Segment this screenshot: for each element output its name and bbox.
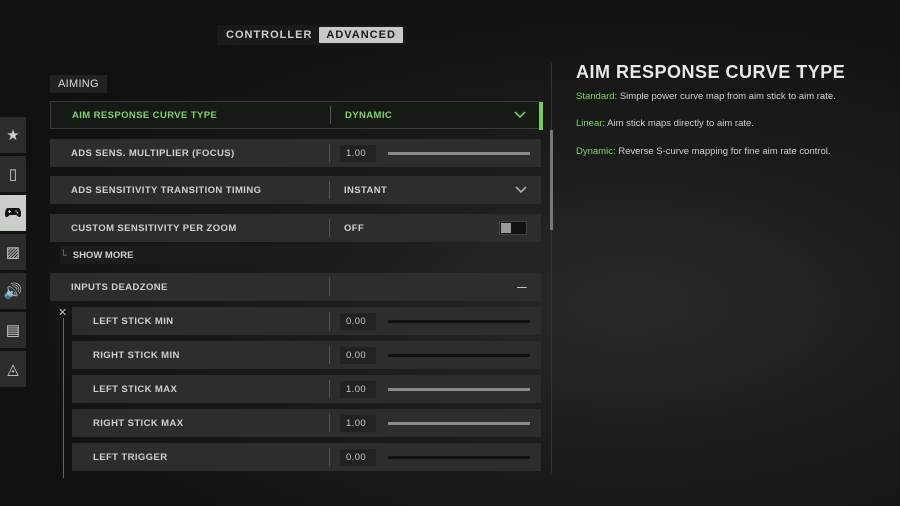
divider: [330, 106, 331, 124]
show-more-label: SHOW MORE: [72, 249, 134, 261]
value-box[interactable]: 1.00: [340, 380, 376, 398]
chevron-down-icon[interactable]: [514, 110, 526, 121]
divider: [329, 181, 330, 199]
group-line: [63, 318, 64, 478]
toggle-value: OFF: [344, 222, 365, 234]
row-label: ADS SENS. MULTIPLIER (FOCUS): [71, 147, 235, 159]
slider[interactable]: [388, 319, 530, 323]
nav-graphics[interactable]: ▨: [0, 234, 26, 270]
nav-controller[interactable]: [0, 195, 26, 231]
tab-bar: CONTROLLER ADVANCED: [217, 25, 405, 45]
toggle-switch[interactable]: [499, 221, 527, 235]
ads-transition-timing-row[interactable]: ADS SENSITIVITY TRANSITION TIMING INSTAN…: [50, 176, 541, 204]
tab-advanced[interactable]: ADVANCED: [319, 27, 403, 43]
row-label: INPUTS DEADZONE: [71, 281, 168, 293]
network-icon: ◬: [7, 361, 19, 378]
row-label: CUSTOM SENSITIVITY PER ZOOM: [71, 222, 237, 234]
branch-icon: └: [60, 249, 67, 261]
nav-network[interactable]: ◬: [0, 351, 26, 387]
collapse-icon[interactable]: —: [517, 282, 527, 293]
nav-interface[interactable]: ▤: [0, 312, 26, 348]
row-label: RIGHT STICK MIN: [93, 349, 180, 361]
slider[interactable]: [388, 387, 530, 391]
deadzone-row[interactable]: RIGHT STICK MIN 0.00: [72, 341, 541, 369]
row-label: LEFT STICK MAX: [93, 383, 178, 395]
nav-audio[interactable]: 🔊: [0, 273, 26, 309]
value-box[interactable]: 0.00: [340, 312, 376, 330]
divider: [329, 219, 330, 237]
audio-icon: 🔊: [3, 283, 23, 300]
slider[interactable]: [388, 421, 530, 425]
deadzone-row[interactable]: LEFT STICK MAX 1.00: [72, 375, 541, 403]
info-standard: Standard: Simple power curve map from ai…: [576, 91, 836, 102]
aim-response-curve-row[interactable]: AIM RESPONSE CURVE TYPE DYNAMIC: [50, 101, 543, 130]
row-label: RIGHT STICK MAX: [93, 417, 184, 429]
section-header: AIMING: [50, 75, 107, 93]
value-box[interactable]: 1.00: [340, 414, 376, 432]
divider: [329, 278, 330, 296]
divider: [329, 380, 330, 398]
slider[interactable]: [388, 455, 530, 459]
selection-accent: [539, 102, 543, 130]
ads-sens-multiplier-row[interactable]: ADS SENS. MULTIPLIER (FOCUS) 1.00: [50, 139, 541, 167]
show-more-button[interactable]: └ SHOW MORE: [60, 246, 329, 264]
info-dynamic: Dynamic: Reverse S-curve mapping for fin…: [576, 146, 831, 157]
scrollbar-track[interactable]: [551, 63, 552, 473]
row-label: AIM RESPONSE CURVE TYPE: [72, 109, 218, 121]
divider: [329, 414, 330, 432]
value-box[interactable]: 1.00: [340, 144, 376, 162]
info-title: AIM RESPONSE CURVE TYPE: [576, 62, 846, 82]
deadzone-row[interactable]: LEFT STICK MIN 0.00: [72, 307, 541, 335]
graphics-icon: ▨: [5, 244, 21, 261]
value-box[interactable]: 0.00: [340, 448, 376, 466]
inputs-deadzone-row[interactable]: INPUTS DEADZONE —: [50, 273, 541, 301]
row-label: ADS SENSITIVITY TRANSITION TIMING: [71, 184, 262, 196]
side-nav: ★ ▯ ▨ 🔊 ▤ ◬: [0, 117, 26, 390]
scrollbar-thumb[interactable]: [550, 130, 553, 230]
slider[interactable]: [388, 353, 530, 357]
deadzone-row[interactable]: LEFT TRIGGER 0.00: [72, 443, 541, 471]
chevron-down-icon[interactable]: [515, 185, 527, 196]
divider: [329, 144, 330, 162]
slider[interactable]: [388, 151, 530, 155]
nav-favorites[interactable]: ★: [0, 117, 26, 153]
tab-controller[interactable]: CONTROLLER: [219, 27, 319, 43]
dropdown-value: INSTANT: [344, 184, 388, 196]
divider: [329, 448, 330, 466]
info-linear: Linear: Aim stick maps directly to aim r…: [576, 118, 754, 129]
interface-icon: ▤: [5, 322, 21, 339]
row-label: LEFT TRIGGER: [93, 451, 168, 463]
custom-sensitivity-zoom-row[interactable]: CUSTOM SENSITIVITY PER ZOOM OFF: [50, 214, 541, 242]
dropdown-value: DYNAMIC: [345, 109, 393, 121]
value-box[interactable]: 0.00: [340, 346, 376, 364]
gamepad-icon: [5, 205, 21, 222]
divider: [329, 312, 330, 330]
row-label: LEFT STICK MIN: [93, 315, 174, 327]
divider: [329, 346, 330, 364]
mouse-icon: ▯: [8, 166, 18, 183]
nav-mouse[interactable]: ▯: [0, 156, 26, 192]
deadzone-row[interactable]: RIGHT STICK MAX 1.00: [72, 409, 541, 437]
star-icon: ★: [6, 127, 20, 144]
